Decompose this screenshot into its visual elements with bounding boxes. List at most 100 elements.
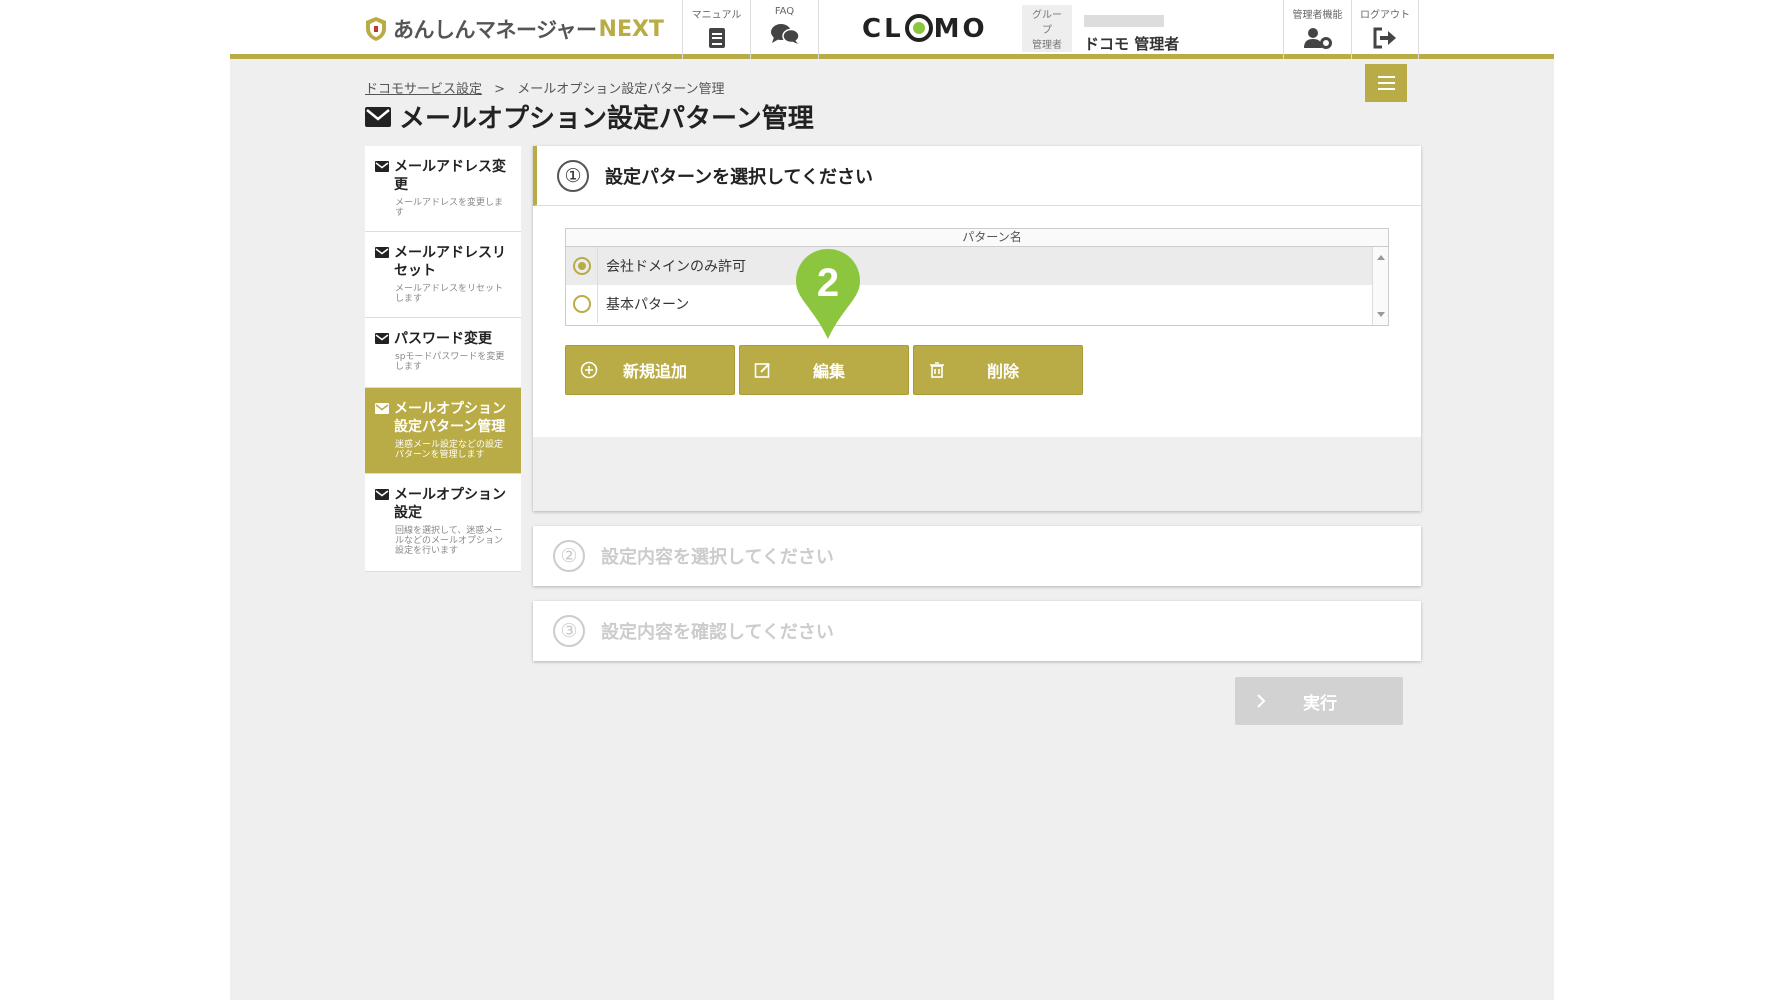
pattern-table-header: パターン名 xyxy=(566,229,1388,247)
sidebar-item-mail-address-change[interactable]: メールアドレス変更 メールアドレスを変更します xyxy=(365,146,521,232)
step1-panel: ① 設定パターンを選択してください パターン名 会社ドメインのみ許可 基本パター… xyxy=(533,146,1421,511)
sidebar-item-desc: 迷惑メール設定などの設定パターンを管理します xyxy=(395,440,504,460)
step3-panel: ③ 設定内容を確認してください xyxy=(533,601,1421,661)
sidebar-item-label: メールオプション設定パターン管理 xyxy=(394,401,506,435)
chat-bubbles-icon xyxy=(770,24,800,44)
pattern-table: パターン名 会社ドメインのみ許可 基本パターン xyxy=(565,228,1389,326)
step2-title: 設定内容を選択してください xyxy=(601,547,834,568)
edit-button-label: 編集 xyxy=(812,362,845,381)
plus-circle-icon xyxy=(580,361,598,379)
envelope-icon xyxy=(375,489,389,500)
clomo-prefix: CL xyxy=(862,14,904,44)
step1-number: ① xyxy=(557,159,589,192)
step1-header: ① 設定パターンを選択してください xyxy=(533,146,1421,206)
envelope-icon xyxy=(365,106,391,127)
edit-icon xyxy=(754,363,770,378)
user-name: ドコモ 管理者 xyxy=(1084,34,1180,53)
sidebar-item-label: パスワード変更 xyxy=(394,331,492,347)
add-button-label: 新規追加 xyxy=(622,362,687,381)
sidebar-item-mail-option-pattern[interactable]: メールオプション設定パターン管理 迷惑メール設定などの設定パターンを管理します xyxy=(365,388,521,474)
pattern-name: 基本パターン xyxy=(606,297,690,313)
step2-panel: ② 設定内容を選択してください xyxy=(533,526,1421,586)
book-icon xyxy=(708,28,725,48)
breadcrumb-separator: > xyxy=(494,82,506,97)
group-row: グループ xyxy=(1022,5,1179,37)
group-tag: グループ xyxy=(1022,5,1072,37)
table-row[interactable]: 会社ドメインのみ許可 xyxy=(566,247,1388,285)
faq-label: FAQ xyxy=(774,6,795,17)
scroll-up-icon[interactable] xyxy=(1377,255,1385,260)
sidebar-item-desc: 回線を選択して、迷惑メールなどのメールオプション設定を行います xyxy=(395,526,504,556)
sidebar-item-label: メールアドレスリセット xyxy=(394,245,506,279)
envelope-icon xyxy=(375,247,389,258)
hamburger-line xyxy=(1377,82,1395,84)
step-marker-number: 2 xyxy=(817,261,839,305)
logo-text: あんしんマネージャー xyxy=(393,18,597,42)
sidebar-item-mail-address-reset[interactable]: メールアドレスリセット メールアドレスをリセットします xyxy=(365,232,521,318)
logout-label: ログアウト xyxy=(1360,10,1410,21)
hamburger-line xyxy=(1377,88,1395,90)
sidebar-item-title: メールオプション設定 xyxy=(375,486,511,522)
add-button[interactable]: 新規追加 xyxy=(565,345,735,395)
sidebar-item-label: メールオプション設定 xyxy=(394,487,506,521)
manual-label: マニュアル xyxy=(691,10,742,21)
sidebar-item-desc: spモードパスワードを変更します xyxy=(395,352,505,372)
sidebar-item-password-change[interactable]: パスワード変更 spモードパスワードを変更します xyxy=(365,318,521,388)
clomo-suffix: MO xyxy=(933,14,988,44)
step-marker-pin: 2 xyxy=(796,249,860,339)
radio-button[interactable] xyxy=(572,295,591,313)
radio-button[interactable] xyxy=(572,257,591,275)
pattern-name: 会社ドメインのみ許可 xyxy=(606,259,746,275)
delete-button-label: 削除 xyxy=(986,362,1019,381)
envelope-icon xyxy=(375,333,389,344)
sidebar-item-title: パスワード変更 xyxy=(375,330,511,348)
execute-button[interactable]: 実行 xyxy=(1235,677,1403,725)
clomo-logo: CL MO xyxy=(862,14,988,44)
sidebar-item-title: メールアドレス変更 xyxy=(375,158,511,194)
header-divider xyxy=(818,0,819,59)
breadcrumb-parent-link[interactable]: ドコモサービス設定 xyxy=(365,82,482,97)
group-name-redacted xyxy=(1084,15,1164,27)
step1-footer xyxy=(533,437,1421,511)
envelope-icon xyxy=(375,161,389,172)
edit-button[interactable]: 編集 xyxy=(739,345,909,395)
admin-row: 管理者 ドコモ 管理者 xyxy=(1022,32,1179,54)
table-row[interactable]: 基本パターン xyxy=(566,285,1388,323)
hamburger-menu-button[interactable] xyxy=(1365,64,1407,102)
admin-function-button[interactable]: 管理者機能 xyxy=(1283,0,1351,59)
table-scrollbar[interactable] xyxy=(1372,247,1388,325)
header: あんしんマネージャー NEXT マニュアル FAQ CL MO グループ 管理者 xyxy=(230,0,1554,59)
chevron-right-icon xyxy=(1257,694,1266,708)
step3-number: ③ xyxy=(553,615,585,647)
execute-button-label: 実行 xyxy=(1303,693,1337,714)
sidebar-item-desc: メールアドレスを変更します xyxy=(395,198,504,218)
breadcrumb: ドコモサービス設定 > メールオプション設定パターン管理 xyxy=(365,78,725,97)
logout-icon xyxy=(1373,27,1396,49)
scroll-down-icon[interactable] xyxy=(1377,312,1385,317)
page-title: メールオプション設定パターン管理 xyxy=(365,98,814,135)
sidebar-item-title: メールアドレスリセット xyxy=(375,244,511,280)
step1-title: 設定パターンを選択してください xyxy=(605,166,874,188)
page-title-text: メールオプション設定パターン管理 xyxy=(399,104,814,134)
admin-tag: 管理者 xyxy=(1022,34,1072,52)
admin-function-label: 管理者機能 xyxy=(1292,10,1343,21)
shield-logo-icon xyxy=(366,17,386,41)
sidebar-item-mail-option-setting[interactable]: メールオプション設定 回線を選択して、迷惑メールなどのメールオプション設定を行い… xyxy=(365,474,521,572)
envelope-icon xyxy=(375,403,389,414)
faq-button[interactable]: FAQ xyxy=(750,0,818,59)
delete-button[interactable]: 削除 xyxy=(913,345,1083,395)
app-logo[interactable]: あんしんマネージャー NEXT xyxy=(365,14,664,44)
user-gear-icon xyxy=(1303,28,1332,49)
radio-cell xyxy=(566,247,598,285)
step3-title: 設定内容を確認してください xyxy=(601,622,834,643)
sidebar: メールアドレス変更 メールアドレスを変更します メールアドレスリセット メールア… xyxy=(365,146,521,572)
user-info: グループ 管理者 ドコモ 管理者 xyxy=(1022,5,1179,54)
logout-button[interactable]: ログアウト xyxy=(1351,0,1419,59)
hamburger-line xyxy=(1377,76,1395,78)
sidebar-item-label: メールアドレス変更 xyxy=(394,159,506,193)
logo-next: NEXT xyxy=(598,16,664,42)
sidebar-item-desc: メールアドレスをリセットします xyxy=(395,284,504,304)
step2-number: ② xyxy=(553,540,585,572)
manual-button[interactable]: マニュアル xyxy=(682,0,750,59)
breadcrumb-current: メールオプション設定パターン管理 xyxy=(517,82,725,97)
